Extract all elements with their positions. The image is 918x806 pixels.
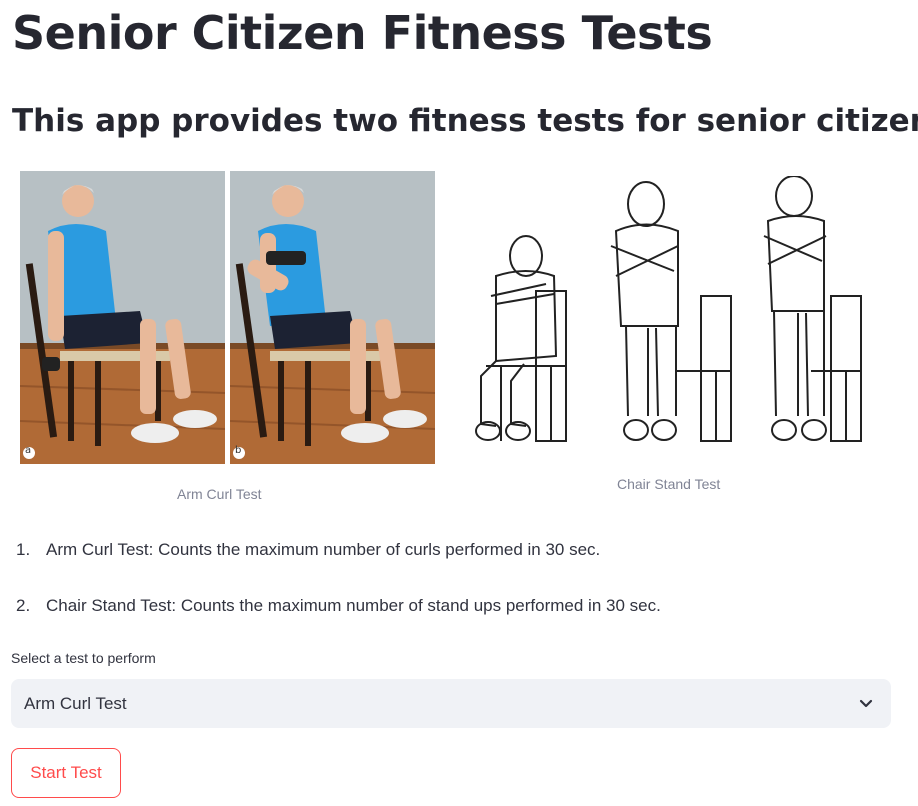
- chevron-down-icon[interactable]: [857, 694, 875, 712]
- arm-curl-caption: Arm Curl Test: [177, 486, 262, 502]
- list-text: Chair Stand Test: Counts the maximum num…: [46, 596, 661, 615]
- arm-curl-photo-a: a: [20, 171, 225, 464]
- list-text: Arm Curl Test: Counts the maximum number…: [46, 540, 601, 559]
- list-number: 2.: [16, 596, 31, 615]
- list-number: 1.: [16, 540, 31, 559]
- page-subtitle: This app provides two fitness tests for …: [12, 103, 918, 139]
- chair-stand-caption: Chair Stand Test: [617, 476, 721, 492]
- instructions-list: 1. Arm Curl Test: Counts the maximum num…: [16, 540, 661, 652]
- test-select-label: Select a test to perform: [11, 650, 156, 666]
- arm-curl-photo-b: b: [230, 171, 435, 464]
- chair-stand-image: [475, 176, 862, 442]
- page-title: Senior Citizen Fitness Tests: [12, 6, 713, 60]
- panel-label-b: b: [235, 445, 242, 456]
- list-item: 1. Arm Curl Test: Counts the maximum num…: [16, 540, 661, 596]
- test-select[interactable]: Arm Curl Test: [11, 679, 891, 728]
- arm-curl-image: a b: [20, 171, 436, 464]
- test-select-value: Arm Curl Test: [24, 693, 127, 713]
- list-item: 2. Chair Stand Test: Counts the maximum …: [16, 596, 661, 652]
- start-test-button[interactable]: Start Test: [11, 748, 121, 798]
- panel-label-a: a: [25, 445, 32, 456]
